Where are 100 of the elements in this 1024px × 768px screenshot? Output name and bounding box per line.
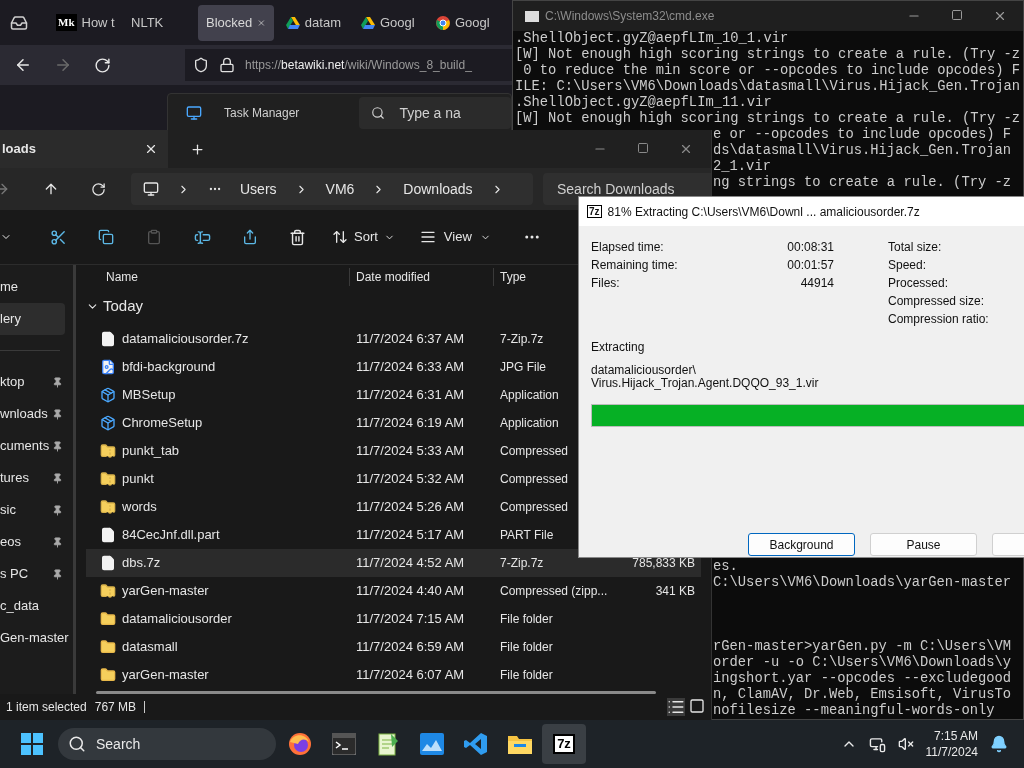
sort-button[interactable]: Sort (332, 227, 395, 247)
browser-tab[interactable]: Mk How t (48, 4, 119, 41)
rename-icon[interactable] (194, 228, 211, 246)
dialog-button[interactable]: Background (748, 533, 855, 556)
column-header[interactable]: Date modified (350, 267, 494, 286)
window-title: Task Manager (224, 105, 300, 122)
muted-speaker-icon[interactable] (897, 736, 914, 752)
file-row[interactable]: datamaliciousorder 11/7/2024 7:15 AM File folder (86, 605, 701, 634)
status-text: 767 MB (94, 699, 137, 716)
browser-tab[interactable]: datam (278, 4, 349, 41)
search-icon (68, 735, 86, 753)
dialog-button[interactable]: Pause (870, 533, 978, 556)
address-field[interactable]: https://betawiki.net/wiki/Windows_8_build_ (185, 49, 512, 81)
search-field[interactable]: Search (58, 728, 276, 760)
stat-value: 00:01:57 (787, 257, 834, 274)
explorer-tab[interactable]: loads (0, 130, 168, 168)
trash-icon[interactable] (289, 228, 306, 246)
breadcrumb-item[interactable]: Downloads (403, 178, 473, 200)
browser-tab[interactable]: Googl (428, 4, 499, 41)
type-cell-text: PART File (499, 527, 554, 545)
triangle-logo-icon (361, 16, 375, 29)
sidebar-item[interactable]: sic (0, 494, 73, 526)
browser-tab[interactable]: Blocked (198, 4, 274, 41)
folder-icon (100, 667, 116, 684)
sidebar-item[interactable]: ktop (0, 366, 73, 398)
terminal-line: [W] Not enough high scoring strings to create a rule. (Try -z (515, 47, 1021, 63)
sidebar-item[interactable]: Gen-master (0, 622, 73, 654)
sidebar-item[interactable]: wnloads (0, 398, 73, 430)
copy-icon[interactable] (98, 229, 114, 245)
clipboard-icon[interactable] (146, 229, 162, 245)
view-button[interactable]: View (419, 227, 491, 247)
image-file-icon (100, 359, 116, 376)
clock-date[interactable]: 11/7/2024 (925, 744, 978, 760)
taskbar-app[interactable]: 7z (542, 724, 586, 764)
close-icon[interactable] (993, 9, 1007, 23)
computer-icon[interactable] (143, 181, 159, 197)
maximize-icon[interactable] (637, 142, 649, 154)
fox-globe-icon (288, 732, 312, 756)
type-cell-text: Compressed (zipp... (499, 583, 608, 601)
breadcrumb-item[interactable]: VM6 (325, 178, 355, 200)
terminal-line: .ShellObject.gyZ@aepfLIm_11.vir (515, 95, 772, 111)
zip-folder-icon (100, 443, 116, 460)
sidebar-item[interactable]: cuments (0, 430, 73, 462)
refresh-icon[interactable] (91, 181, 106, 197)
terminal-line: [W] Not enough high scoring strings to create a rule. (Try -z (515, 111, 1021, 127)
sidebar-item[interactable]: eos (0, 526, 73, 558)
lock-icon[interactable] (219, 57, 235, 73)
reload-icon[interactable] (94, 56, 111, 74)
group-header[interactable]: Today (103, 295, 144, 318)
archiver-logo: 7z (553, 734, 575, 754)
clock-time[interactable]: 7:15 AM (933, 728, 978, 744)
column-header[interactable]: Name (86, 267, 350, 286)
shield-icon[interactable] (193, 57, 209, 73)
type-cell-text: 7-Zip.7z (499, 555, 544, 573)
sidebar-item[interactable]: tures (0, 462, 73, 494)
details-view-icon[interactable] (667, 698, 685, 716)
stat-value: 00:08:31 (787, 239, 834, 256)
column-header[interactable]: Type (494, 267, 526, 286)
tab-list-icon[interactable] (10, 13, 28, 32)
forward-icon[interactable] (54, 56, 72, 74)
zip-folder-icon (100, 471, 116, 488)
file-name: punkt (122, 470, 154, 489)
folder-icon (100, 639, 116, 656)
new-tab-icon[interactable] (190, 141, 205, 157)
file-row[interactable]: yarGen-master 11/7/2024 6:07 AM File folder (86, 661, 701, 690)
file-row[interactable]: datasmall 11/7/2024 6:59 AM File folder (86, 633, 701, 662)
maximize-icon[interactable] (951, 9, 963, 21)
date-cell-text: 11/7/2024 6:19 AM (355, 414, 466, 433)
stat-label: Files: (591, 275, 620, 292)
sort-icon (332, 229, 348, 245)
date-cell-text: 11/7/2024 6:07 AM (355, 666, 466, 685)
stat-label: Total size: (888, 239, 943, 256)
browser-tab[interactable]: NLTK (123, 4, 194, 41)
close-icon[interactable] (679, 142, 693, 156)
sidebar-item[interactable]: s PC (0, 558, 73, 590)
back-icon[interactable] (14, 56, 32, 74)
search-field[interactable]: Type a na (359, 97, 511, 129)
network-icon[interactable] (868, 735, 886, 753)
file-name: MBSetup (122, 386, 176, 405)
sidebar-item[interactable]: me (0, 271, 73, 303)
share-icon[interactable] (242, 229, 258, 245)
tiles-view-icon[interactable] (689, 698, 705, 714)
type-cell-text: Application (499, 415, 559, 433)
file-icon (100, 527, 116, 544)
file-row[interactable]: dbs.7z 11/7/2024 4:52 AM 7-Zip.7z 785,833 KB (86, 549, 701, 578)
terminal-line: order -u -o C:\Users\VM6\Downloads\y (713, 655, 1012, 671)
file-name: 84CecJnf.dll.part (122, 526, 220, 545)
date-cell-text: 11/7/2024 5:32 AM (355, 470, 466, 489)
up-icon[interactable] (43, 181, 59, 197)
folder-icon (100, 611, 116, 628)
close-icon[interactable] (144, 142, 158, 156)
sidebar-item[interactable]: c_data (0, 590, 73, 622)
sidebar-item[interactable]: lery (0, 303, 65, 335)
browser-tab[interactable]: Googl (353, 4, 424, 41)
breadcrumb-item[interactable]: Users (240, 178, 277, 200)
scissors-icon[interactable] (50, 228, 67, 246)
start-icon[interactable] (21, 733, 43, 755)
file-row[interactable]: yarGen-master 11/7/2024 4:40 AM Compressed (zipp... 341 KB (86, 577, 701, 606)
bell-icon[interactable] (990, 735, 1008, 753)
file-name: datamaliciousorder.7z (122, 330, 249, 349)
